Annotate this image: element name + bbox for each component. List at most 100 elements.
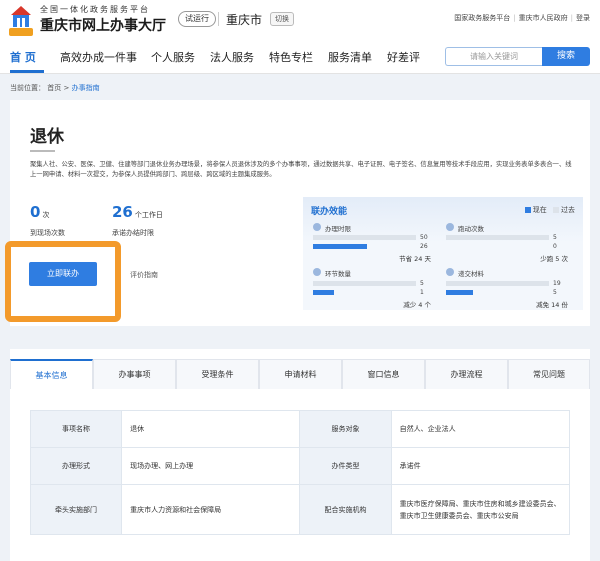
tab-window-info[interactable]: 窗口信息 (342, 359, 425, 389)
info-key: 服务对象 (299, 410, 392, 448)
info-value: 退休 (121, 410, 301, 448)
metric-saving: 减免 14 份 (536, 301, 568, 309)
efficiency-legend: 现在 过去 (524, 205, 575, 215)
info-value: 自然人、企业法人 (390, 410, 571, 448)
metric-now-track (446, 290, 549, 295)
top-links: 国家政务服务平台 | 重庆市人民政府 | 登录 (454, 13, 590, 23)
site-logo-icon[interactable] (8, 3, 34, 37)
metric-now-track (313, 244, 416, 249)
time-limit-label: 承诺办结时限 (112, 229, 154, 237)
time-limit-stat: 26 个工作日 (112, 203, 163, 221)
info-key: 办理形式 (29, 447, 123, 485)
legend-now-swatch (524, 207, 531, 213)
metric-now-bar (446, 290, 474, 295)
tab-faq[interactable]: 常见问题 (508, 359, 590, 389)
metric-now-track (313, 290, 416, 295)
legend-past-label: 过去 (561, 206, 575, 214)
metric-saving: 少跑 5 次 (540, 255, 568, 263)
efficiency-title: 联办效能 (311, 207, 348, 217)
table-row: 牵头实施部门 重庆市人力资源和社会保障局 配合实施机构 重庆市医疗保障局、重庆市… (29, 484, 571, 535)
metric-past-value: 5 (420, 280, 424, 287)
metric-now-bar (313, 244, 367, 249)
runner-icon (446, 223, 454, 231)
join-button-highlight (5, 241, 121, 322)
metric-now-track (446, 244, 549, 249)
site-title[interactable]: 重庆市网上办事大厅 (40, 15, 166, 35)
nav-personal-services[interactable]: 个人服务 (151, 49, 195, 65)
info-value: 重庆市医疗保障局、重庆市住房和城乡建设委员会、重庆市卫生健康委员会、重庆市公安局 (390, 484, 571, 535)
nav-active-indicator (10, 70, 44, 73)
detail-tabs: 基本信息 办事事项 受理条件 申请材料 窗口信息 办理流程 常见问题 (10, 359, 590, 389)
info-value: 现场办理、网上办理 (121, 447, 301, 485)
table-row: 办理形式 现场办理、网上办理 办件类型 承诺件 (29, 447, 571, 485)
site-subtitle: 全国一体化政务服务平台 (40, 5, 150, 14)
time-limit-unit: 个工作日 (134, 211, 163, 219)
metric-past-bar (446, 281, 549, 286)
metric-now-value: 26 (420, 243, 428, 250)
metric-past-bar (446, 235, 549, 240)
info-key: 牵头实施部门 (29, 484, 123, 535)
link-chongqing-government[interactable]: 重庆市人民政府 (519, 14, 568, 22)
clock-icon (313, 223, 321, 231)
legend-now-label: 现在 (532, 206, 547, 214)
visits-label: 到现场次数 (30, 229, 65, 237)
info-key: 办件类型 (299, 447, 392, 485)
city-switch-button[interactable]: 切换 (270, 12, 294, 26)
page-title: 退休 (30, 127, 64, 147)
divider: | (513, 14, 516, 22)
visits-stat: 0次 (30, 203, 49, 221)
metric-past-value: 50 (420, 234, 428, 241)
metric-label: 环节数量 (325, 270, 351, 278)
visits-value: 0 (30, 203, 41, 221)
nav-special-columns[interactable]: 特色专栏 (269, 49, 313, 65)
info-key: 配合实施机构 (299, 484, 392, 535)
legend-past-swatch (553, 207, 559, 213)
metric-now-value: 1 (420, 289, 424, 296)
info-value: 承诺件 (390, 447, 571, 485)
nav-legal-person-services[interactable]: 法人服务 (210, 49, 254, 65)
login-link[interactable]: 登录 (576, 14, 590, 22)
breadcrumb-prefix: 当前位置： (10, 84, 45, 92)
metric-past-value: 19 (553, 280, 561, 287)
link-national-platform[interactable]: 国家政务服务平台 (454, 14, 510, 22)
metric-saving: 节省 24 天 (399, 255, 431, 263)
basic-info-table: 事项名称 退休 服务对象 自然人、企业法人 办理形式 现场办理、网上办理 办件类… (29, 410, 571, 535)
current-city: 重庆市 (226, 13, 263, 27)
metric-past-bar (313, 281, 416, 286)
header: 全国一体化政务服务平台 重庆市网上办事大厅 试运行 重庆市 切换 国家政务服务平… (0, 0, 600, 40)
table-row: 事项名称 退休 服务对象 自然人、企业法人 (29, 410, 571, 448)
nav-one-thing[interactable]: 高效办成一件事 (60, 49, 137, 65)
metric-label: 跑动次数 (458, 225, 484, 233)
metric-past-value: 5 (553, 234, 557, 241)
metric-label: 递交材料 (458, 270, 484, 278)
title-underline (30, 150, 55, 152)
tab-materials[interactable]: 申请材料 (259, 359, 342, 389)
breadcrumb-current: 办事指南 (71, 84, 100, 92)
search-button[interactable]: 搜索 (542, 47, 590, 66)
metric-now-value: 5 (553, 289, 557, 296)
detail-section: 基本信息 办事事项 受理条件 申请材料 窗口信息 办理流程 常见问题 事项名称 … (10, 349, 590, 561)
metric-now-value: 0 (553, 243, 557, 250)
main-nav: 首 页 高效办成一件事 个人服务 法人服务 特色专栏 服务清单 好差评 请输入关… (0, 40, 600, 74)
breadcrumb-home[interactable]: 首页 (47, 84, 61, 92)
metric-now-bar (313, 290, 334, 295)
nav-service-list[interactable]: 服务清单 (328, 49, 372, 65)
divider: | (570, 14, 573, 22)
info-value: 重庆市人力资源和社会保障局 (121, 484, 301, 535)
efficiency-panel: 联办效能 现在 过去 办理时限 50 26 节省 24 天 跑动次数 5 0 少… (303, 197, 583, 310)
tab-matters[interactable]: 办事事项 (93, 359, 176, 389)
tab-conditions[interactable]: 受理条件 (176, 359, 259, 389)
divider (218, 12, 219, 26)
service-description: 聚集人社、公安、医保、卫健、住建等部门退休业务办理场景，将参保人员退休涉及的多个… (30, 161, 572, 178)
tab-basic-info[interactable]: 基本信息 (10, 359, 93, 389)
flow-icon (313, 268, 321, 276)
metric-past-bar (313, 235, 416, 240)
breadcrumb: 当前位置： 首页 > 办事指南 (10, 83, 100, 93)
nav-home[interactable]: 首 页 (10, 49, 36, 65)
search-input[interactable]: 请输入关键词 (445, 47, 542, 66)
nav-evaluation[interactable]: 好差评 (387, 49, 420, 65)
tab-process[interactable]: 办理流程 (425, 359, 508, 389)
metric-saving: 减少 4 个 (403, 301, 431, 309)
guide-link[interactable]: 评价指南 (130, 270, 158, 280)
document-icon (446, 268, 454, 276)
